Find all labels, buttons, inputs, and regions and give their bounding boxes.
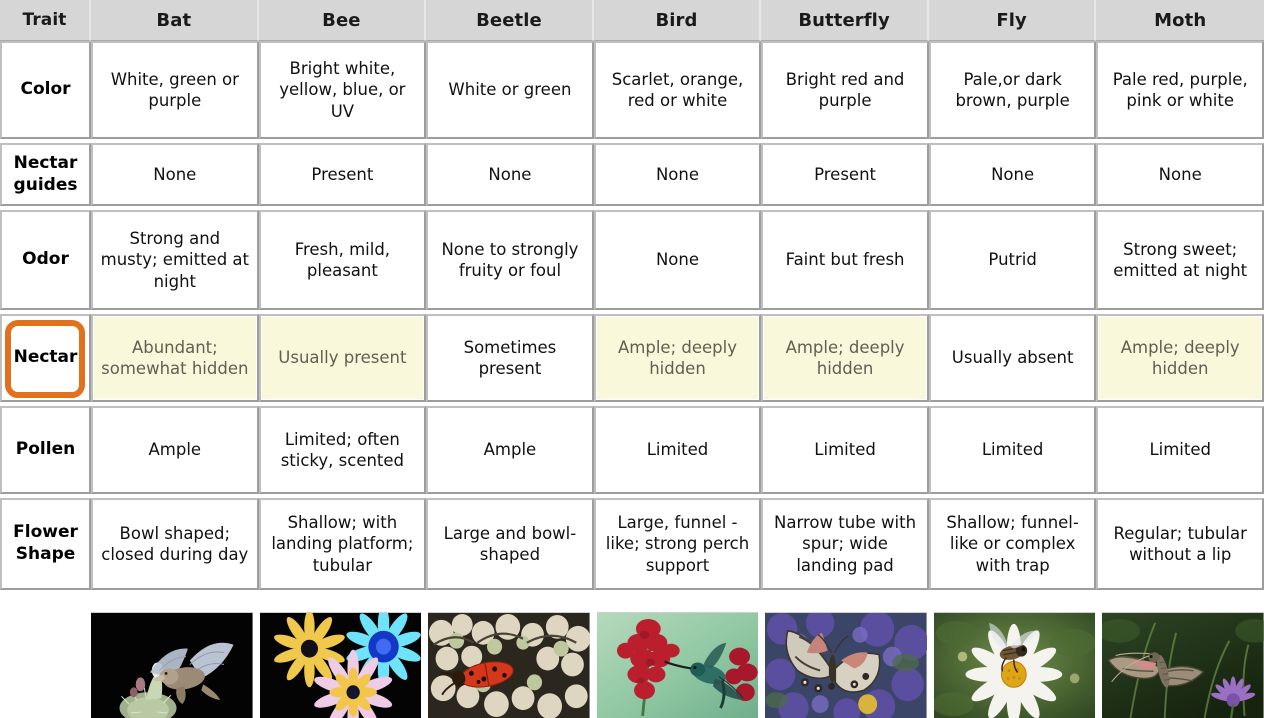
cell-pollen-bee: Limited; often sticky, scented [258, 406, 427, 494]
row-label-nectar: Nectar [0, 314, 92, 402]
beetle-pollinator-photo [428, 612, 590, 718]
table-header-row: Trait Bat Bee Beetle Bird Butterfly Fly … [0, 0, 1264, 41]
cell-nectar-guides-bee: Present [258, 143, 427, 206]
row-label-pollen: Pollen [0, 406, 92, 494]
cell-nectar-bat: Abundant; somewhat hidden [91, 314, 259, 402]
row-label-odor: Odor [0, 210, 92, 310]
photo-strip-left-spacer [0, 612, 91, 718]
cell-nectar-guides-butterfly: Present [761, 143, 929, 206]
column-header-bat: Bat [91, 0, 259, 41]
cell-pollen-bird: Limited [593, 406, 762, 494]
cell-flower-shape-moth: Regular; tubular without a lip [1096, 498, 1264, 590]
cell-odor-butterfly: Faint but fresh [761, 210, 929, 310]
pollination-syndromes-table: Trait Bat Bee Beetle Bird Butterfly Fly … [0, 0, 1264, 590]
cell-flower-shape-fly: Shallow; funnel-like or complex with tra… [928, 498, 1097, 590]
cell-nectar-guides-fly: None [928, 143, 1097, 206]
moth-pollinator-photo [1102, 612, 1264, 718]
row-label-flower-shape: Flower Shape [0, 498, 92, 590]
column-header-trait: Trait [0, 0, 92, 41]
cell-nectar-bird: Ample; deeply hidden [593, 314, 762, 402]
hummingbird-pollinator-photo [596, 612, 759, 718]
cell-nectar-guides-moth: None [1096, 143, 1264, 206]
fly-pollinator-photo [933, 612, 1096, 718]
pollinator-photo-strip [0, 612, 1264, 718]
column-header-bee: Bee [258, 0, 427, 41]
cell-color-moth: Pale red, purple, pink or white [1096, 41, 1264, 139]
butterfly-pollinator-photo [765, 612, 927, 718]
table-row: Nectar guides None Present None None Pre… [0, 143, 1264, 206]
cell-color-fly: Pale,or dark brown, purple [928, 41, 1097, 139]
cell-odor-moth: Strong sweet; emitted at night [1096, 210, 1264, 310]
column-header-butterfly: Butterfly [761, 0, 929, 41]
column-header-fly: Fly [928, 0, 1097, 41]
cell-nectar-fly: Usually absent [928, 314, 1097, 402]
cell-color-bee: Bright white, yellow, blue, or UV [258, 41, 427, 139]
cell-pollen-beetle: Ample [426, 406, 594, 494]
cell-flower-shape-bat: Bowl shaped; closed during day [91, 498, 259, 590]
cell-pollen-bat: Ample [91, 406, 259, 494]
cell-odor-beetle: None to strongly fruity or foul [426, 210, 594, 310]
row-label-nectar-guides: Nectar guides [0, 143, 92, 206]
pollination-syndromes-table-figure: Trait Bat Bee Beetle Bird Butterfly Fly … [0, 0, 1264, 718]
cell-pollen-moth: Limited [1096, 406, 1264, 494]
column-header-moth: Moth [1096, 0, 1264, 41]
table-row: Flower Shape Bowl shaped; closed during … [0, 498, 1264, 590]
cell-nectar-guides-bat: None [91, 143, 259, 206]
cell-odor-bird: None [593, 210, 762, 310]
bee-uv-flowers-photo [259, 612, 422, 718]
table-row-highlighted: Nectar Abundant; somewhat hidden Usually… [0, 314, 1264, 402]
table-row: Odor Strong and musty; emitted at night … [0, 210, 1264, 310]
table-body: Color White, green or purple Bright whit… [0, 41, 1264, 590]
bat-pollinator-photo [91, 612, 253, 718]
cell-nectar-guides-bird: None [593, 143, 762, 206]
cell-pollen-butterfly: Limited [761, 406, 929, 494]
cell-flower-shape-beetle: Large and bowl-shaped [426, 498, 594, 590]
table-row: Color White, green or purple Bright whit… [0, 41, 1264, 139]
cell-color-bird: Scarlet, orange, red or white [593, 41, 762, 139]
table-row: Pollen Ample Limited; often sticky, scen… [0, 406, 1264, 494]
cell-color-butterfly: Bright red and purple [761, 41, 929, 139]
column-header-beetle: Beetle [426, 0, 594, 41]
cell-nectar-moth: Ample; deeply hidden [1096, 314, 1264, 402]
cell-odor-bat: Strong and musty; emitted at night [91, 210, 259, 310]
column-header-bird: Bird [593, 0, 762, 41]
cell-nectar-beetle: Sometimes present [426, 314, 594, 402]
cell-flower-shape-bird: Large, funnel -like; strong perch suppor… [593, 498, 762, 590]
cell-color-beetle: White or green [426, 41, 594, 139]
cell-pollen-fly: Limited [928, 406, 1097, 494]
row-label-color: Color [0, 41, 92, 139]
cell-color-bat: White, green or purple [91, 41, 259, 139]
cell-odor-fly: Putrid [928, 210, 1097, 310]
cell-flower-shape-butterfly: Narrow tube with spur; wide landing pad [761, 498, 929, 590]
cell-nectar-bee: Usually present [258, 314, 427, 402]
cell-nectar-butterfly: Ample; deeply hidden [761, 314, 929, 402]
cell-odor-bee: Fresh, mild, pleasant [258, 210, 427, 310]
cell-nectar-guides-beetle: None [426, 143, 594, 206]
cell-flower-shape-bee: Shallow; with landing platform; tubular [258, 498, 427, 590]
